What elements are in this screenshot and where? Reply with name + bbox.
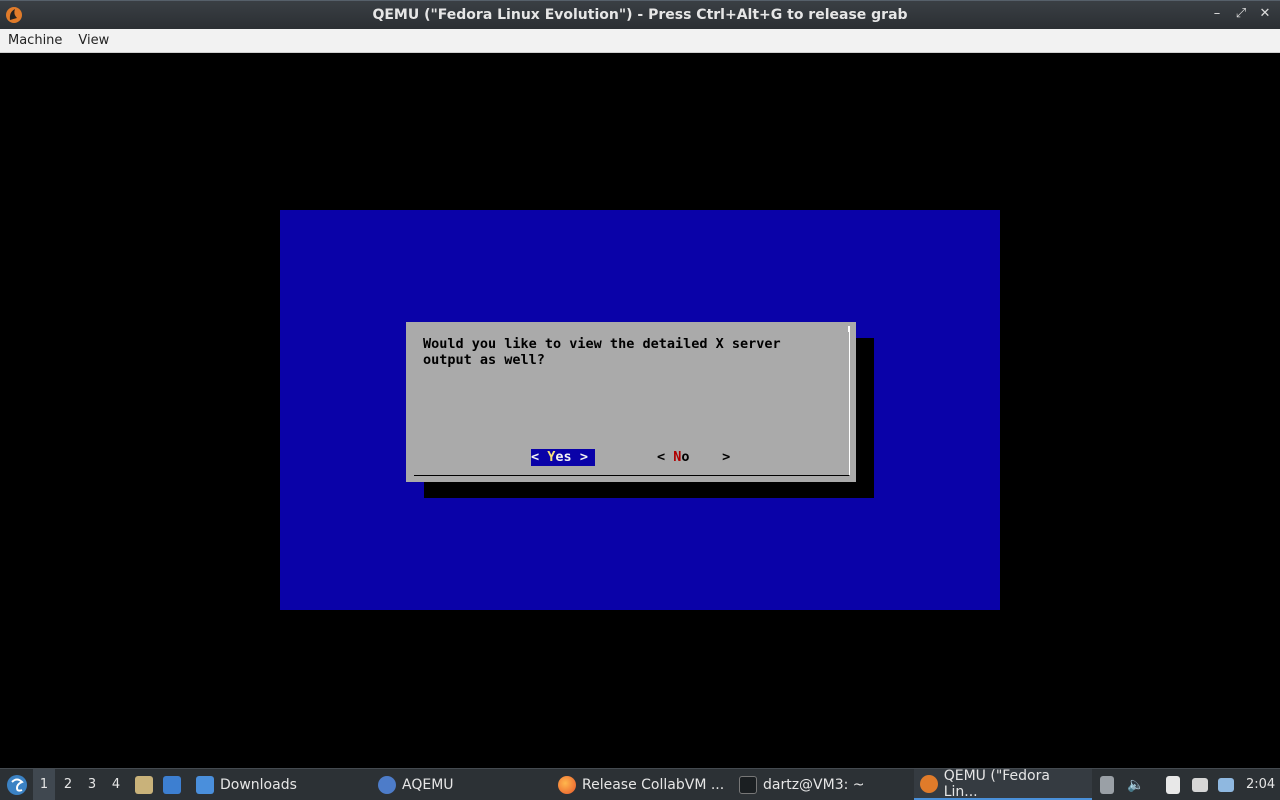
task-terminal[interactable]: dartz@VM3: ~ — [733, 769, 871, 800]
aqemu-icon — [378, 775, 396, 794]
updates-button[interactable] — [1216, 769, 1236, 800]
qemu-task-icon — [920, 774, 938, 793]
speaker-icon: 🔈 — [1127, 776, 1145, 793]
xserver-output-dialog: Would you like to view the detailed X se… — [406, 322, 856, 482]
window-title: QEMU ("Fedora Linux Evolution") - Press … — [372, 7, 908, 23]
task-aqemu[interactable]: AQEMU — [372, 769, 460, 800]
show-desktop-button[interactable] — [133, 769, 155, 800]
task-downloads-label: Downloads — [220, 776, 297, 793]
no-right-bracket: > — [722, 449, 731, 465]
start-menu-icon — [7, 774, 27, 795]
yes-button[interactable]: < Yes > — [531, 449, 595, 466]
clock[interactable]: 2:04 — [1246, 769, 1275, 800]
terminal-icon — [739, 775, 757, 794]
no-button[interactable]: < No > — [657, 449, 730, 466]
update-notifier-icon — [1218, 777, 1234, 792]
workspace-4[interactable]: 4 — [105, 769, 127, 800]
task-firefox-label: Release CollabVM ... — [582, 776, 725, 793]
yes-left-bracket: < — [531, 449, 540, 465]
network-button[interactable] — [1190, 769, 1210, 800]
task-terminal-label: dartz@VM3: ~ — [763, 776, 865, 793]
file-manager-launcher[interactable] — [161, 769, 183, 800]
dialog-message: Would you like to view the detailed X se… — [423, 336, 781, 368]
monitor-icon — [163, 775, 181, 794]
menu-machine[interactable]: Machine — [0, 33, 70, 48]
start-menu-button[interactable] — [4, 769, 30, 800]
menu-view[interactable]: View — [70, 33, 117, 48]
network-icon — [1192, 777, 1208, 792]
yes-label-rest: es — [555, 449, 572, 465]
workspace-3[interactable]: 3 — [81, 769, 103, 800]
task-aqemu-label: AQEMU — [402, 776, 454, 793]
desktop-icon — [135, 775, 153, 794]
tray-up-button[interactable] — [1098, 769, 1116, 800]
taskbar: 1 2 3 4 Downloads AQEMU Release CollabVM… — [0, 768, 1280, 800]
folder-icon — [196, 775, 214, 794]
menubar: Machine View — [0, 29, 1280, 53]
task-downloads[interactable]: Downloads — [190, 769, 303, 800]
no-label-rest: o — [681, 449, 690, 465]
task-qemu[interactable]: QEMU ("Fedora Lin... — [914, 767, 1092, 800]
clipboard-icon — [1166, 775, 1180, 794]
task-firefox[interactable]: Release CollabVM ... — [552, 769, 730, 800]
yes-right-bracket: > — [579, 449, 588, 465]
no-left-bracket: < — [657, 449, 666, 465]
vm-display[interactable]: Would you like to view the detailed X se… — [0, 53, 1280, 768]
window-titlebar[interactable]: QEMU ("Fedora Linux Evolution") - Press … — [0, 0, 1280, 29]
maximize-button[interactable]: ⤢ — [1234, 6, 1248, 21]
workspace-1[interactable]: 1 — [33, 769, 55, 800]
eject-icon — [1100, 775, 1114, 794]
clipboard-button[interactable] — [1164, 769, 1182, 800]
volume-button[interactable]: 🔈 — [1126, 769, 1146, 800]
close-button[interactable]: ✕ — [1258, 6, 1272, 21]
workspace-2[interactable]: 2 — [57, 769, 79, 800]
minimize-button[interactable]: – — [1210, 6, 1224, 21]
task-qemu-label: QEMU ("Fedora Lin... — [943, 767, 1050, 800]
window-controls: – ⤢ ✕ — [1210, 6, 1272, 21]
firefox-icon — [558, 775, 576, 794]
dialog-frame-corner — [848, 326, 850, 332]
